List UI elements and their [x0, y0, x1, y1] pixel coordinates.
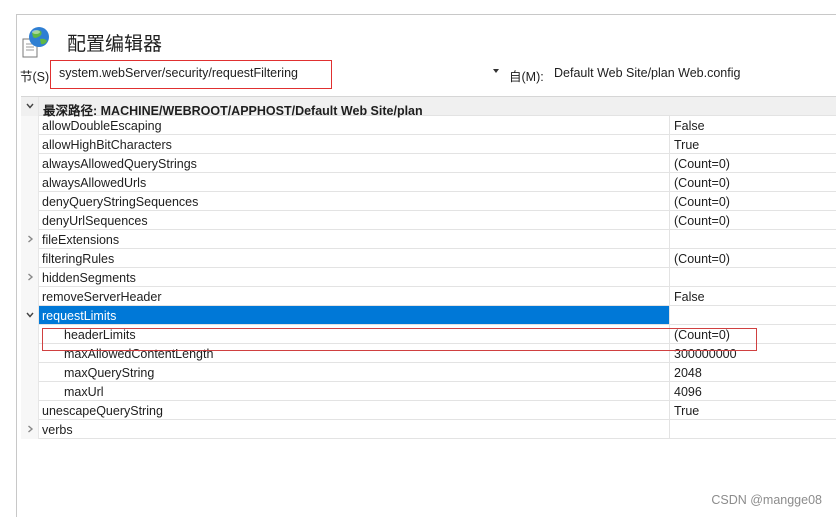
property-row-removeserverheader[interactable]: removeServerHeader False: [21, 287, 836, 306]
config-editor-panel: 配置编辑器 节(S): system.webServer/security/re…: [16, 14, 836, 517]
property-name: requestLimits: [39, 306, 669, 325]
property-name: verbs: [39, 420, 669, 439]
property-name: unescapeQueryString: [39, 401, 669, 420]
property-value[interactable]: (Count=0): [669, 211, 836, 230]
chevron-right-icon[interactable]: [25, 424, 35, 434]
property-row-maxquerystring[interactable]: maxQueryString 2048: [21, 363, 836, 382]
section-path-input[interactable]: system.webServer/security/requestFilteri…: [50, 60, 332, 89]
dropdown-arrow-icon[interactable]: [493, 69, 499, 73]
chevron-down-icon[interactable]: [25, 310, 35, 320]
property-row-allowhighbitcharacters[interactable]: allowHighBitCharacters True: [21, 135, 836, 154]
property-name: maxUrl: [39, 382, 669, 401]
property-name: allowDoubleEscaping: [39, 116, 669, 135]
property-row-fileextensions[interactable]: fileExtensions: [21, 230, 836, 249]
property-name: filteringRules: [39, 249, 669, 268]
property-name: fileExtensions: [39, 230, 669, 249]
chevron-right-icon[interactable]: [25, 272, 35, 282]
property-value[interactable]: [669, 268, 836, 287]
property-value[interactable]: (Count=0): [669, 325, 836, 344]
property-value[interactable]: 300000000: [669, 344, 836, 363]
property-value[interactable]: False: [669, 287, 836, 306]
property-value[interactable]: (Count=0): [669, 249, 836, 268]
property-name: allowHighBitCharacters: [39, 135, 669, 154]
property-value[interactable]: True: [669, 135, 836, 154]
property-row-maxurl[interactable]: maxUrl 4096: [21, 382, 836, 401]
property-row-hiddensegments[interactable]: hiddenSegments: [21, 268, 836, 287]
property-name: headerLimits: [39, 325, 669, 344]
property-row-maxallowedcontentlength[interactable]: maxAllowedContentLength 300000000: [21, 344, 836, 363]
property-name: removeServerHeader: [39, 287, 669, 306]
property-name: denyUrlSequences: [39, 211, 669, 230]
group-row[interactable]: 最深路径: MACHINE/WEBROOT/APPHOST/Default We…: [21, 97, 836, 118]
property-value[interactable]: [669, 420, 836, 439]
property-row-filteringrules[interactable]: filteringRules (Count=0): [21, 249, 836, 268]
property-value[interactable]: 2048: [669, 363, 836, 382]
property-row-verbs[interactable]: verbs: [21, 420, 836, 439]
watermark: CSDN @mangge08: [711, 493, 822, 507]
page-title: 配置编辑器: [67, 33, 163, 55]
property-value[interactable]: True: [669, 401, 836, 420]
property-name: alwaysAllowedUrls: [39, 173, 669, 192]
section-label: 节(S):: [20, 70, 53, 84]
property-row-denyurlsequences[interactable]: denyUrlSequences (Count=0): [21, 211, 836, 230]
property-value[interactable]: (Count=0): [669, 192, 836, 211]
config-globe-icon: [22, 27, 49, 58]
property-name: maxAllowedContentLength: [39, 344, 669, 363]
property-value[interactable]: [669, 306, 836, 325]
chevron-right-icon[interactable]: [25, 234, 35, 244]
group-title: 最深路径: MACHINE/WEBROOT/APPHOST/Default We…: [39, 97, 836, 118]
property-row-alwaysallowedurls[interactable]: alwaysAllowedUrls (Count=0): [21, 173, 836, 192]
from-select[interactable]: Default Web Site/plan Web.config: [554, 66, 740, 80]
property-grid: 最深路径: MACHINE/WEBROOT/APPHOST/Default We…: [21, 96, 836, 439]
property-row-headerlimits[interactable]: headerLimits (Count=0): [21, 325, 836, 344]
property-name: hiddenSegments: [39, 268, 669, 287]
property-value[interactable]: 4096: [669, 382, 836, 401]
property-value[interactable]: (Count=0): [669, 154, 836, 173]
property-value[interactable]: False: [669, 116, 836, 135]
property-name: alwaysAllowedQueryStrings: [39, 154, 669, 173]
property-row-requestlimits[interactable]: requestLimits: [21, 306, 836, 325]
from-label: 自(M):: [509, 70, 544, 84]
property-name: denyQueryStringSequences: [39, 192, 669, 211]
property-row-unescapequerystring[interactable]: unescapeQueryString True: [21, 401, 836, 420]
property-value[interactable]: [669, 230, 836, 249]
property-row-alwaysallowedquerystrings[interactable]: alwaysAllowedQueryStrings (Count=0): [21, 154, 836, 173]
property-name: maxQueryString: [39, 363, 669, 382]
property-row-allowdoubleescaping[interactable]: allowDoubleEscaping False: [21, 116, 836, 135]
property-row-denyquerystringsequences[interactable]: denyQueryStringSequences (Count=0): [21, 192, 836, 211]
chevron-down-icon[interactable]: [25, 101, 35, 111]
property-value[interactable]: (Count=0): [669, 173, 836, 192]
